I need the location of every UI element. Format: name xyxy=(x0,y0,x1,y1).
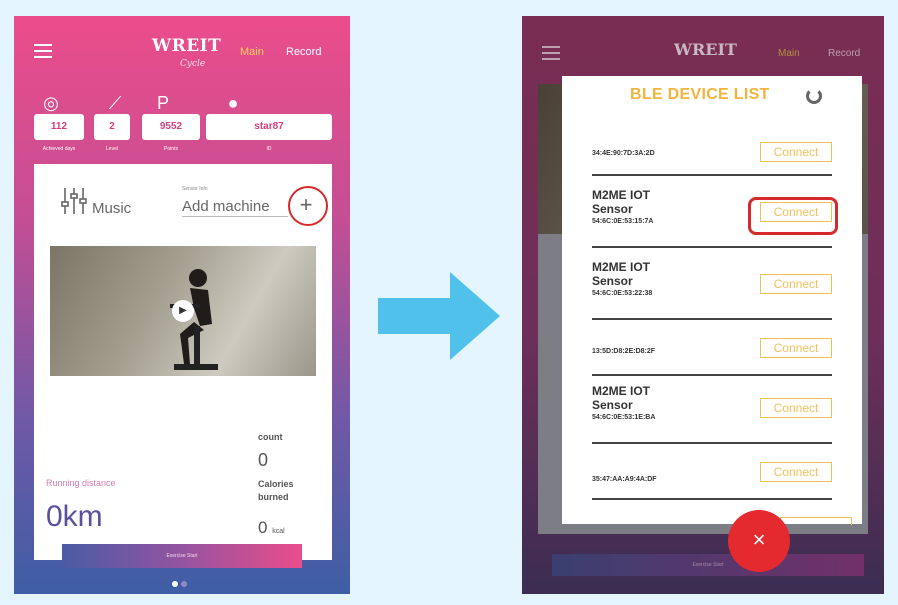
user-icon: ● xyxy=(227,93,239,113)
running-distance-label: Running distance xyxy=(46,478,116,488)
main-card: Music Sensor Info Add machine + ▶ count … xyxy=(34,164,332,560)
device-divider xyxy=(592,174,832,176)
level-caption: Level xyxy=(106,146,118,152)
device-name: M2ME IOT Sensor xyxy=(592,260,651,288)
device-row: 13:5D:D8:2E:D8:2F Connect xyxy=(592,332,832,372)
tab-record: Record xyxy=(828,48,861,59)
calories-value: 0 kcal xyxy=(258,518,285,538)
device-divider xyxy=(592,374,832,376)
calories-number: 0 xyxy=(258,518,268,537)
connect-button[interactable]: Connect xyxy=(760,462,832,482)
device-name: M2ME IOT Sensor xyxy=(592,188,651,216)
count-label: count xyxy=(258,432,283,442)
achieved-days-caption: Achieved days xyxy=(42,146,76,152)
ble-dialog-title: BLE DEVICE LIST xyxy=(630,86,770,103)
connect-button[interactable]: Connect xyxy=(760,398,832,418)
arrow-right-icon xyxy=(378,272,500,360)
phone-screen-main: WREIT Cycle Main Record ◎ ⟋ P ● 112 2 95… xyxy=(14,16,350,594)
connect-button-partial xyxy=(780,517,852,525)
add-machine-underline xyxy=(182,216,288,217)
device-divider xyxy=(592,498,832,500)
achieved-days-value: 112 xyxy=(34,114,84,140)
level-value: 2 xyxy=(94,114,130,140)
ble-device-dialog: BLE DEVICE LIST 34:4E:90:7D:3A:2D Connec… xyxy=(562,76,862,524)
device-row: M2ME IOT Sensor 54:6C:0E:53:1E:BA Connec… xyxy=(592,384,832,432)
points-flag-icon: P xyxy=(156,93,169,113)
page-dot-active xyxy=(172,581,178,587)
app-logo: WREIT xyxy=(674,40,737,59)
tab-record[interactable]: Record xyxy=(286,46,321,58)
running-distance-value: 0km xyxy=(46,500,103,533)
play-icon[interactable]: ▶ xyxy=(172,300,194,322)
user-id-value: star87 xyxy=(206,114,332,140)
level-chart-icon: ⟋ xyxy=(108,93,122,113)
page-indicator xyxy=(172,574,190,592)
equalizer-icon[interactable] xyxy=(60,186,88,216)
music-label[interactable]: Music xyxy=(92,200,131,217)
calories-label: Calories burned xyxy=(258,479,294,502)
menu-icon xyxy=(542,46,560,60)
exercise-start-button: Exercise Start xyxy=(552,554,864,576)
device-row: M2ME IOT Sensor 54:6C:0E:53:22:38 Connec… xyxy=(592,260,832,308)
device-row: 35:47:AA:A9:4A:DF Connect xyxy=(592,458,832,488)
connect-button[interactable]: Connect xyxy=(760,142,832,162)
connect-button[interactable]: Connect xyxy=(760,338,832,358)
device-divider xyxy=(592,318,832,320)
connect-button[interactable]: Connect xyxy=(760,274,832,294)
app-logo: WREIT xyxy=(152,36,222,56)
device-row: 34:4E:90:7D:3A:2D Connect xyxy=(592,138,832,168)
phone-screen-ble: WREIT Main Record Exercise Start BLE DEV… xyxy=(522,16,884,594)
refresh-icon[interactable] xyxy=(806,88,822,104)
menu-icon[interactable] xyxy=(34,44,52,58)
workout-video[interactable]: ▶ xyxy=(50,246,316,376)
add-machine-label[interactable]: Add machine xyxy=(182,198,270,215)
device-divider xyxy=(592,442,832,444)
sensor-info-caption: Sensor Info xyxy=(182,186,208,192)
exercise-start-button[interactable]: Exercise Start xyxy=(62,544,302,568)
cyclist-figure xyxy=(170,269,218,370)
device-divider xyxy=(592,246,832,248)
tab-main[interactable]: Main xyxy=(240,46,264,58)
close-icon[interactable]: × xyxy=(728,510,790,572)
highlight-circle xyxy=(288,186,328,226)
page-dot xyxy=(181,581,187,587)
connect-highlight-box xyxy=(748,197,838,235)
tab-main: Main xyxy=(778,48,800,59)
points-value: 9552 xyxy=(142,114,200,140)
app-header: WREIT Cycle Main Record xyxy=(14,16,350,86)
app-logo-sub: Cycle xyxy=(180,59,206,69)
points-caption: Points xyxy=(164,146,178,152)
calories-unit: kcal xyxy=(272,528,285,535)
target-icon: ◎ xyxy=(43,93,59,113)
user-id-caption: ID xyxy=(266,146,272,152)
count-value: 0 xyxy=(258,450,269,470)
device-name: M2ME IOT Sensor xyxy=(592,384,651,412)
